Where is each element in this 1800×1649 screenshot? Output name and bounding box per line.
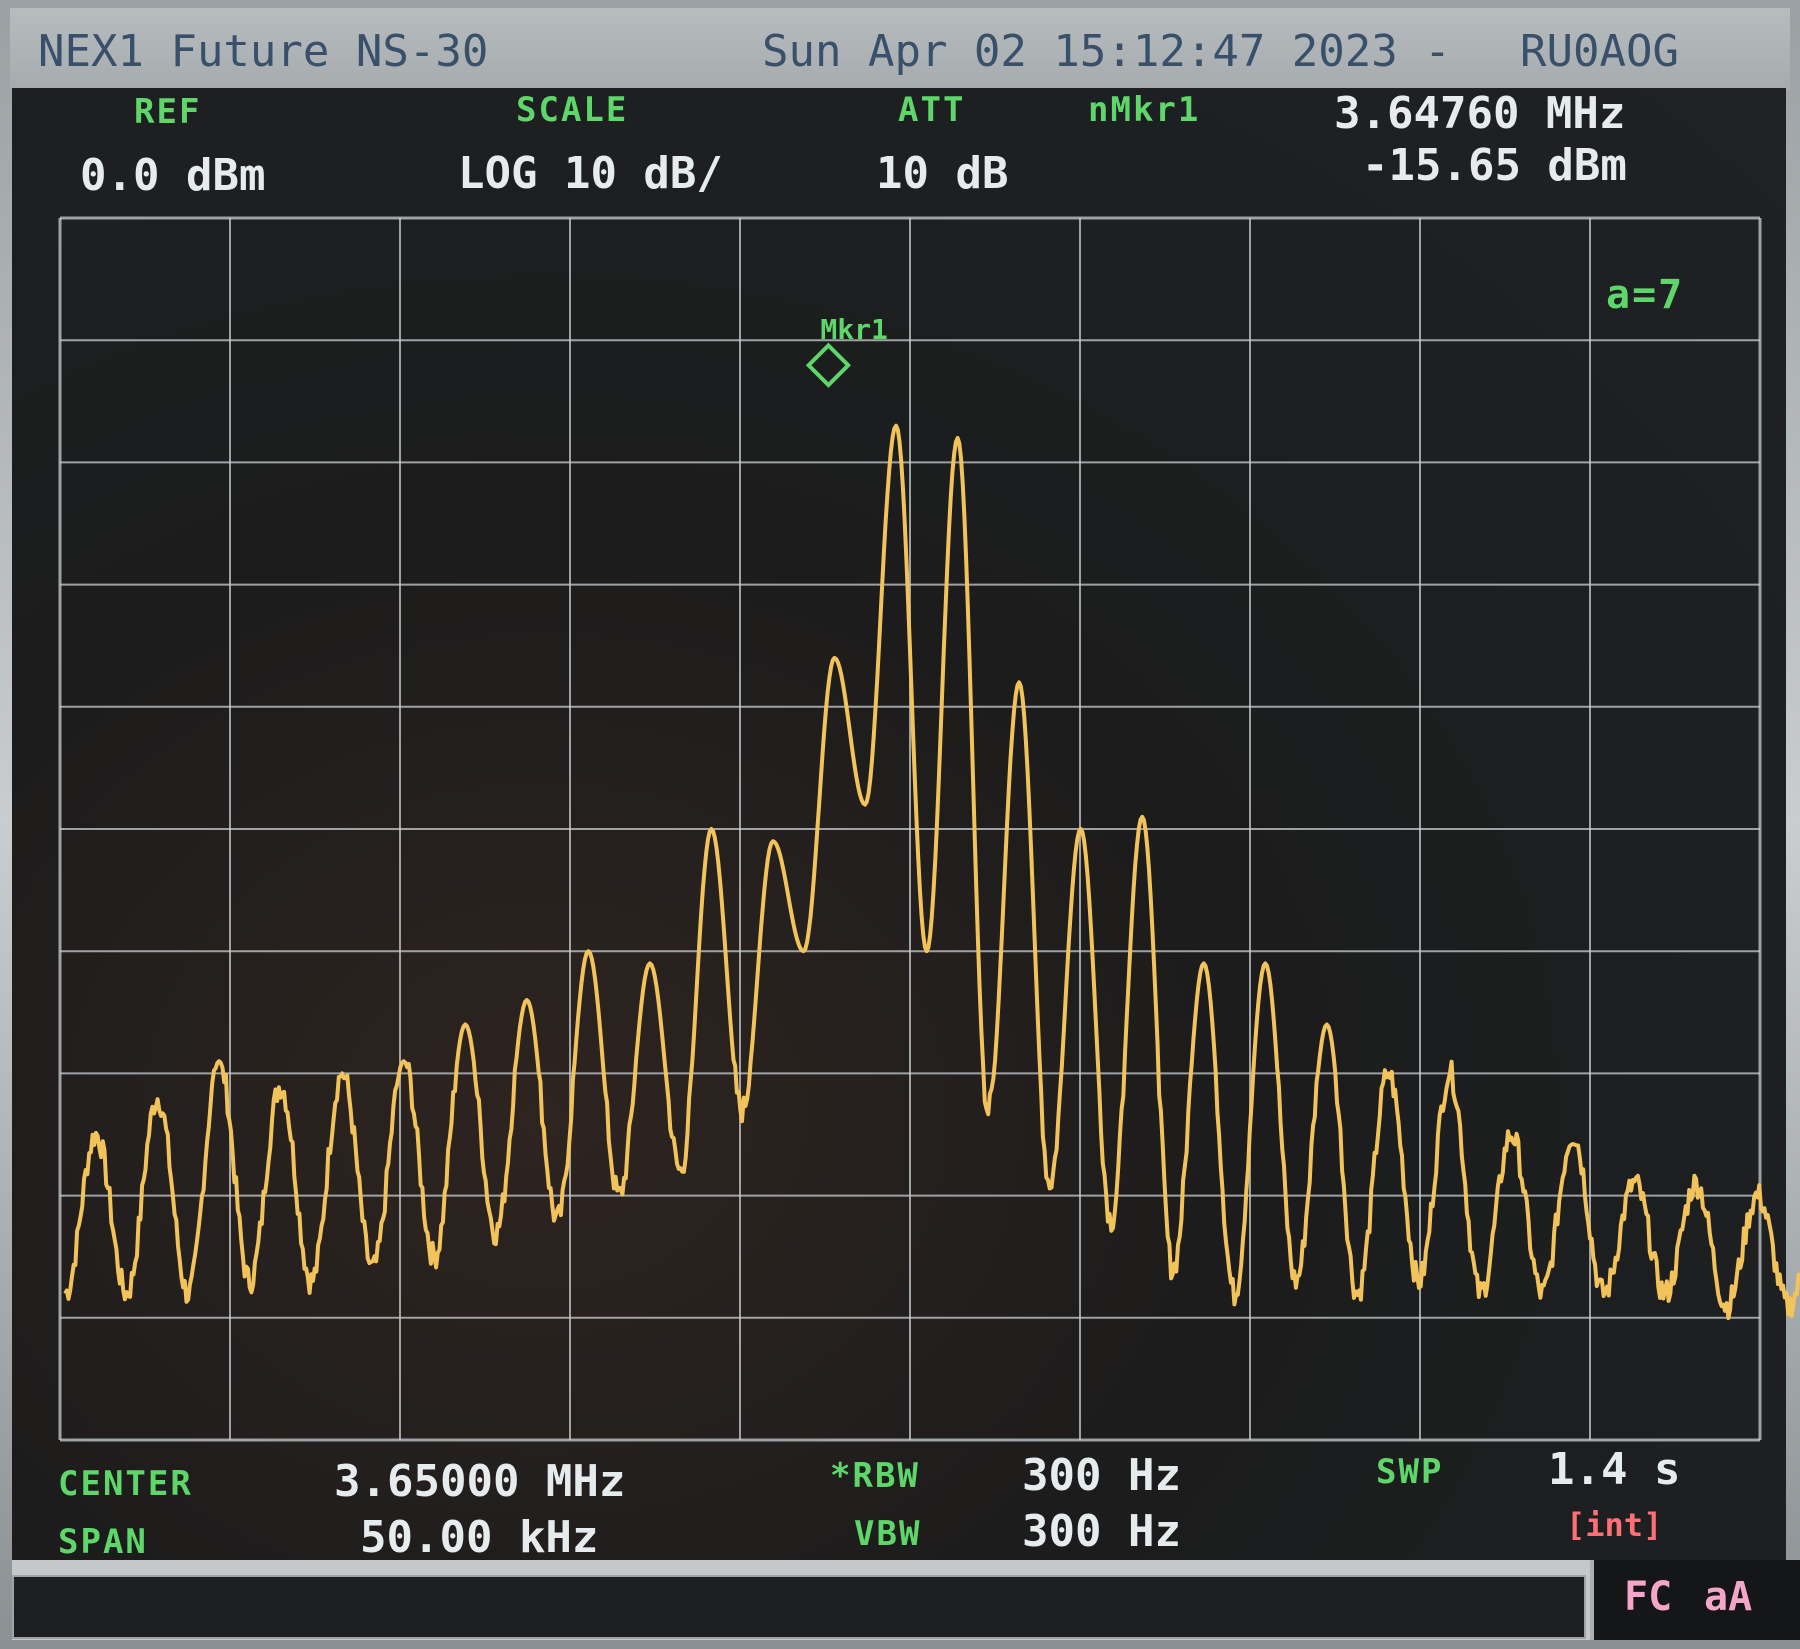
- span-label: SPAN: [58, 1522, 148, 1562]
- center-label: CENTER: [58, 1464, 193, 1504]
- spectrum-trace: [63, 423, 1800, 1321]
- center-value: 3.65000 MHz: [334, 1456, 626, 1507]
- span-value: 50.00 kHz: [360, 1512, 599, 1563]
- fc-indicator: FC: [1624, 1574, 1673, 1620]
- message-line: [12, 1575, 1586, 1639]
- vbw-value: 300 Hz: [1022, 1506, 1181, 1557]
- sweep-value: 1.4 s: [1548, 1444, 1681, 1495]
- marker-diamond: [805, 342, 852, 388]
- vbw-label: VBW: [854, 1514, 922, 1554]
- aa-indicator: aA: [1704, 1574, 1753, 1620]
- trigger-mode: [int]: [1566, 1506, 1663, 1544]
- rbw-value: 300 Hz: [1022, 1450, 1181, 1501]
- marker-tag: Mkr1: [820, 313, 887, 346]
- sweep-label: SWP: [1376, 1452, 1444, 1492]
- rbw-label: *RBW: [830, 1456, 920, 1496]
- spectrum-plot: Mkr1: [58, 216, 1800, 1442]
- status-indicator-box: FC aA: [1590, 1560, 1800, 1640]
- graticule: [58, 216, 1762, 1442]
